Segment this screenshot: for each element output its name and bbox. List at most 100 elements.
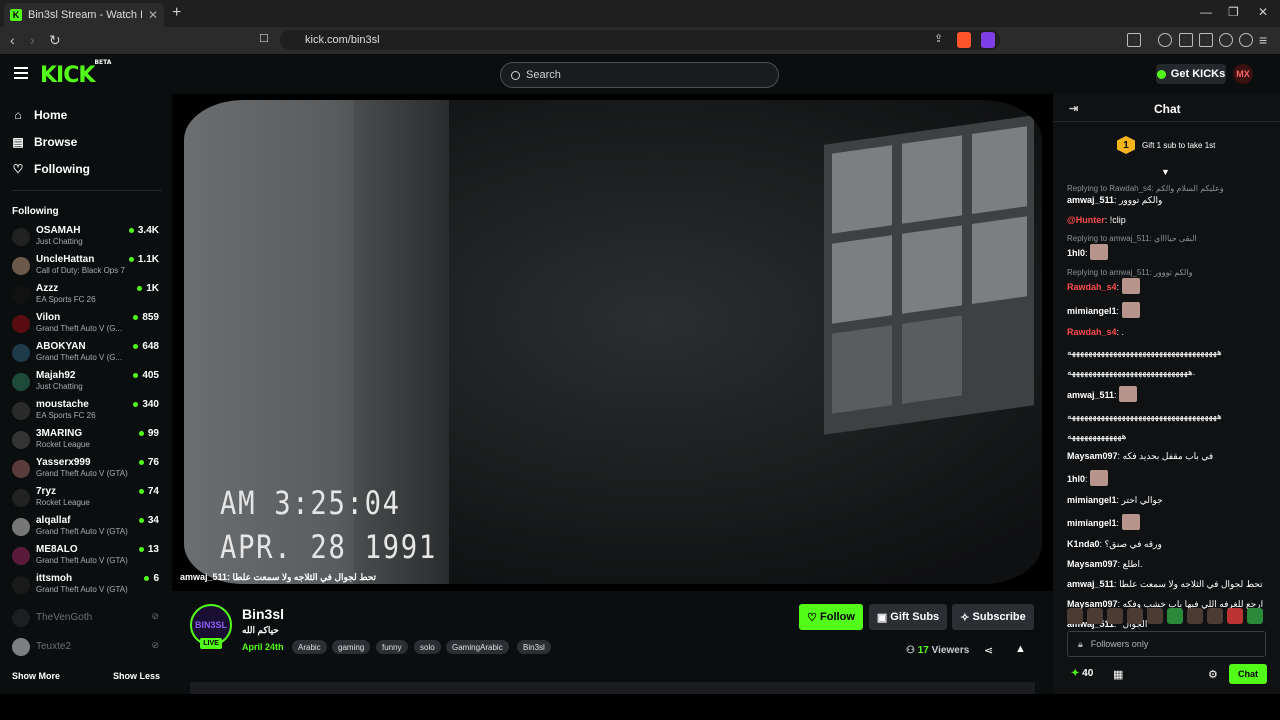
chat-message[interactable]: ههههههههههههههههههههههههههههههههههههه	[1067, 346, 1277, 358]
sidebar-item-browse[interactable]: ▤ Browse	[12, 135, 77, 149]
brave-shields-icon[interactable]	[957, 32, 971, 48]
tag[interactable]: funny	[376, 640, 408, 654]
chat-username[interactable]: Maysam097	[1067, 451, 1118, 461]
chat-username[interactable]: Rawdah_s4	[1067, 327, 1117, 337]
tag[interactable]: gaming	[332, 640, 371, 654]
browser-tab[interactable]: K Bin3sl Stream - Watch Live on ✕	[4, 3, 164, 27]
kick-logo[interactable]: KICKBETA	[40, 59, 111, 88]
get-kicks-button[interactable]: Get KICKs	[1156, 64, 1226, 84]
tag[interactable]: Bin3sl	[517, 640, 551, 654]
reload-icon[interactable]: ↻	[49, 32, 61, 49]
menu-icon[interactable]: ≡	[1259, 32, 1267, 48]
maximize-button[interactable]: ❐	[1228, 5, 1239, 19]
new-tab-button[interactable]: +	[172, 4, 181, 22]
chat-message[interactable]: K1nda0: ورقه في صنق؟	[1067, 538, 1277, 550]
collapse-chat-icon[interactable]: ⇥	[1069, 102, 1078, 115]
chat-message[interactable]: amwaj_511:	[1067, 386, 1277, 402]
share-icon[interactable]: ⋖	[984, 644, 993, 657]
followed-channel[interactable]: Azzz EA Sports FC 26 1K	[12, 282, 162, 310]
show-more-button[interactable]: Show More	[12, 671, 60, 681]
share-page-icon[interactable]: ⇪	[934, 32, 943, 45]
back-icon[interactable]: ‹	[10, 32, 15, 48]
offline-channel[interactable]: TheVenGoth ⊘	[12, 605, 162, 633]
vpn-icon[interactable]	[1239, 33, 1253, 47]
chat-username[interactable]: 1hl0	[1067, 248, 1085, 258]
kicks-balance[interactable]: 40	[1071, 668, 1093, 679]
tag[interactable]: solo	[414, 640, 441, 654]
chat-username[interactable]: mimiangel1	[1067, 306, 1117, 316]
subscribe-button[interactable]: ✧ Subscribe	[952, 604, 1034, 630]
chat-message[interactable]: mimiangel1:	[1067, 514, 1277, 530]
chat-message[interactable]: Maysam097: في باب مقفل بحديد فكه	[1067, 450, 1277, 462]
chat-message[interactable]: Rawdah_s4: .	[1067, 326, 1277, 338]
chat-message[interactable]: @Hunter: !clip	[1067, 214, 1277, 226]
chat-message[interactable]: amwaj_511: والكم تووور	[1067, 194, 1277, 206]
report-icon[interactable]: ▲	[1015, 643, 1026, 655]
reader-icon[interactable]	[1127, 33, 1141, 47]
wallet-icon[interactable]	[1199, 33, 1213, 47]
video-player[interactable]: AM 3:25:04 APR. 28 1991 amwaj_511: تحط ل…	[172, 94, 1053, 591]
followed-channel[interactable]: ME8ALO Grand Theft Auto V (GTA) 13	[12, 543, 162, 571]
offline-channel[interactable]: Teuxte2 ⊘	[12, 634, 162, 662]
brave-rewards-icon[interactable]	[981, 32, 995, 48]
followed-channel[interactable]: Majah92 Just Chatting 405	[12, 369, 162, 397]
chat-message[interactable]: 1hl0:	[1067, 244, 1277, 260]
follow-button[interactable]: ♡ Follow	[799, 604, 863, 630]
chat-username[interactable]: @Hunter	[1067, 215, 1105, 225]
close-tab-icon[interactable]: ✕	[148, 8, 158, 22]
expand-leaderboard-icon[interactable]: ▼	[1161, 167, 1170, 177]
url-field[interactable]: kick.com/bin3sl	[280, 30, 1000, 50]
bookmark-icon[interactable]: ☐	[259, 32, 269, 45]
followed-channel[interactable]: UncleHattan Call of Duty: Black Ops 7 1.1K	[12, 253, 162, 281]
followed-channel[interactable]: ABOKYAN Grand Theft Auto V (G... 648	[12, 340, 162, 368]
chat-username[interactable]: Rawdah_s4	[1067, 282, 1117, 292]
followed-channel[interactable]: 7ryz Rocket League 74	[12, 485, 162, 513]
show-less-button[interactable]: Show Less	[113, 671, 160, 681]
chat-username[interactable]: mimiangel1	[1067, 518, 1117, 528]
followed-channel[interactable]: moustache EA Sports FC 26 340	[12, 398, 162, 426]
emote-bar[interactable]	[1067, 608, 1267, 624]
chat-username[interactable]: amwaj_511	[1067, 195, 1114, 205]
chat-message[interactable]: 1hl0:	[1067, 470, 1277, 486]
chat-input[interactable]: 🔒︎ Followers only	[1067, 631, 1266, 657]
gift-leaderboard[interactable]: 1 Gift 1 sub to take 1st	[1117, 136, 1215, 154]
sidebar-toggle-icon[interactable]	[1179, 33, 1193, 47]
music-icon[interactable]	[1158, 33, 1172, 47]
chat-message[interactable]: ههههههههههههههههههههههههههههههههههههه	[1067, 410, 1277, 422]
chat-username[interactable]: amwaj_511	[1067, 390, 1114, 400]
chat-username[interactable]: mimiangel1	[1067, 495, 1117, 505]
sidebar-item-following[interactable]: ♡ Following	[12, 162, 90, 176]
followed-channel[interactable]: OSAMAH Just Chatting 3.4K	[12, 224, 162, 252]
chat-username[interactable]: amwaj_511	[1067, 579, 1114, 589]
chat-message[interactable]: mimiangel1:	[1067, 302, 1277, 318]
send-chat-button[interactable]: Chat	[1229, 664, 1267, 684]
followed-channel[interactable]: Yasserx999 Grand Theft Auto V (GTA) 76	[12, 456, 162, 484]
chat-message[interactable]: هههههههههههههه	[1067, 430, 1277, 442]
profile-avatar[interactable]: MX	[1233, 64, 1253, 84]
tag[interactable]: GamingArabic	[446, 640, 509, 654]
minimize-button[interactable]: —	[1200, 5, 1212, 19]
chat-message[interactable]: mimiangel1: جوالي احتر	[1067, 494, 1277, 506]
followed-channel[interactable]: 3MARING Rocket League 99	[12, 427, 162, 455]
tag[interactable]: Arabic	[292, 640, 327, 654]
chat-message[interactable]: هههههههههههههههههههههههههههههه.	[1067, 366, 1277, 378]
followed-channel[interactable]: alqallaf Grand Theft Auto V (GTA) 34	[12, 514, 162, 542]
chat-message[interactable]: amwaj_511: تحط لجوال في الثلاجه ولا سمعت…	[1067, 578, 1277, 590]
leo-icon[interactable]	[1219, 33, 1233, 47]
followed-channel[interactable]: ittsmoh Grand Theft Auto V (GTA) 6	[12, 572, 162, 600]
chat-message[interactable]: Maysam097: اطلع.	[1067, 558, 1277, 570]
settings-icon[interactable]: ⚙	[1208, 668, 1218, 681]
sidebar-item-home[interactable]: ⌂ Home	[12, 108, 67, 122]
chat-username[interactable]: Maysam097	[1067, 559, 1118, 569]
store-icon[interactable]: ▦	[1113, 668, 1123, 681]
search-input[interactable]: Search	[500, 62, 779, 88]
streamer-name[interactable]: Bin3sl	[242, 606, 284, 622]
followed-channel[interactable]: Vilon Grand Theft Auto V (G... 859	[12, 311, 162, 339]
close-window-button[interactable]: ✕	[1258, 5, 1268, 19]
chat-username[interactable]: K1nda0	[1067, 539, 1100, 549]
hamburger-menu-icon[interactable]	[14, 67, 28, 79]
chat-message[interactable]: Rawdah_s4:	[1067, 278, 1277, 294]
gift-subs-button[interactable]: ▣ Gift Subs	[869, 604, 947, 630]
forward-icon[interactable]: ›	[30, 32, 35, 48]
chat-username[interactable]: 1hl0	[1067, 474, 1085, 484]
